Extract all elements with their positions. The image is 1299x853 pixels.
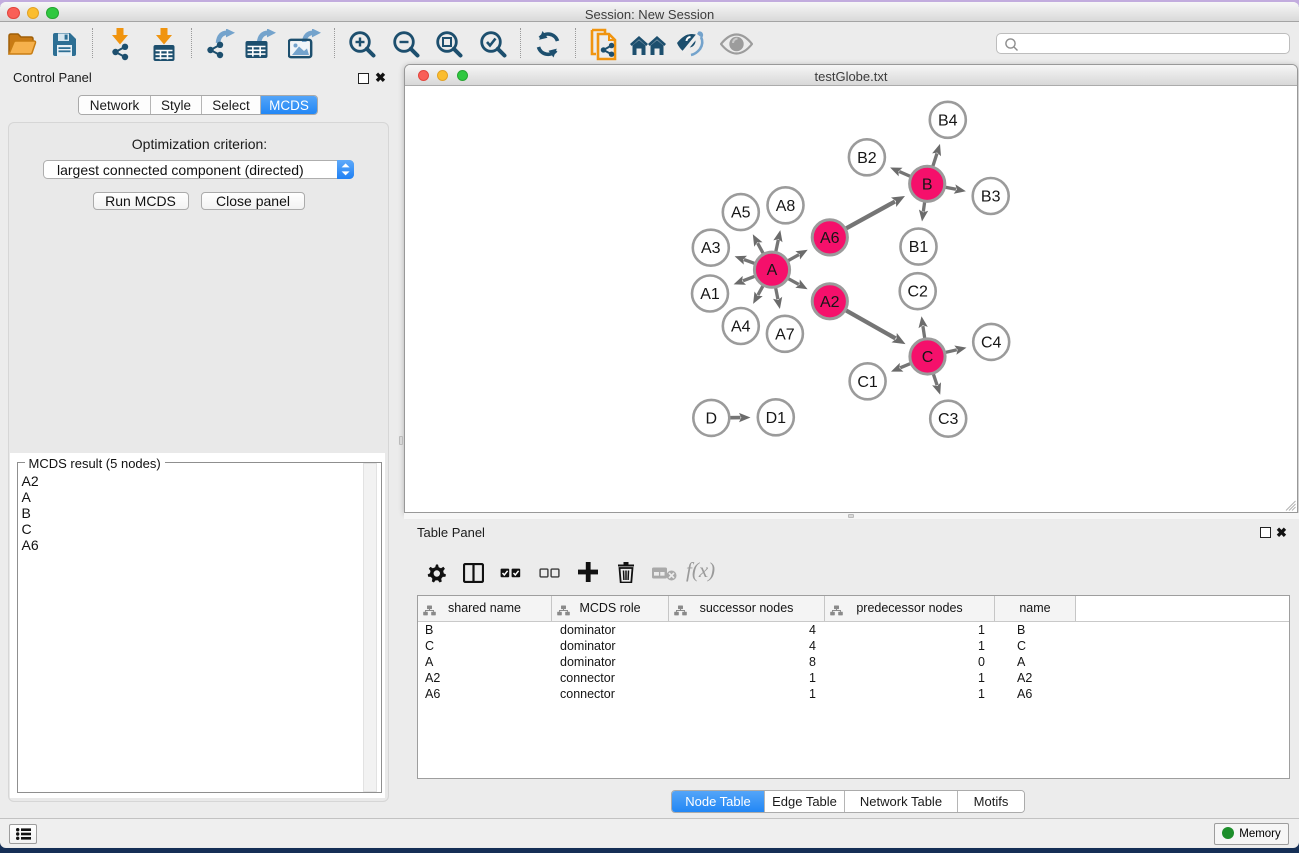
svg-text:C4: C4	[981, 334, 1002, 351]
svg-text:C: C	[922, 349, 934, 366]
svg-text:D1: D1	[766, 410, 787, 427]
svg-text:B: B	[922, 176, 933, 193]
svg-text:A: A	[767, 262, 778, 279]
svg-text:A2: A2	[820, 294, 840, 311]
svg-text:A3: A3	[701, 240, 721, 257]
svg-text:A6: A6	[820, 230, 840, 247]
svg-text:A8: A8	[776, 198, 796, 215]
svg-text:C2: C2	[907, 284, 928, 301]
svg-text:B3: B3	[981, 189, 1001, 206]
svg-text:C1: C1	[857, 374, 878, 391]
svg-text:B1: B1	[909, 239, 929, 256]
svg-text:B4: B4	[938, 112, 958, 129]
svg-text:A7: A7	[775, 326, 795, 343]
svg-text:D: D	[706, 410, 718, 427]
svg-text:A5: A5	[731, 205, 751, 222]
svg-text:B2: B2	[857, 150, 877, 167]
svg-text:A1: A1	[700, 286, 720, 303]
svg-text:A4: A4	[731, 319, 751, 336]
svg-text:C3: C3	[938, 411, 959, 428]
